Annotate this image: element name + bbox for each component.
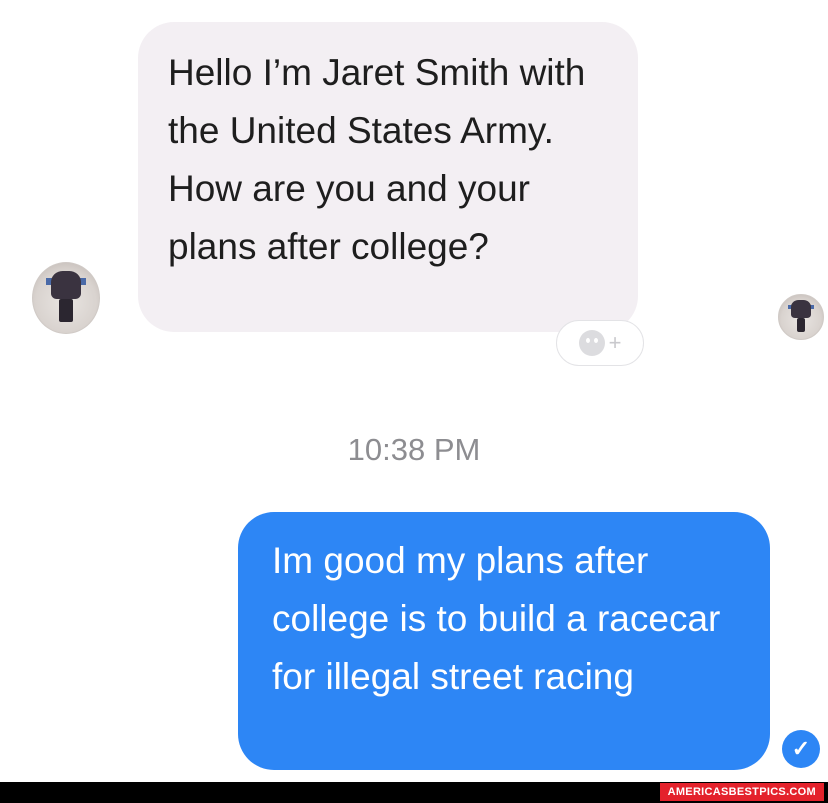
checkmark-icon: ✓ bbox=[782, 730, 820, 768]
avatar-figure-legs bbox=[796, 317, 806, 332]
message-timestamp: 10:38 PM bbox=[347, 432, 481, 467]
avatar-figure bbox=[51, 271, 81, 300]
add-reaction-button[interactable]: + bbox=[556, 320, 644, 366]
smiley-icon bbox=[578, 330, 605, 356]
read-receipt-avatar bbox=[778, 294, 824, 340]
received-message-bubble[interactable]: Hello I’m Jaret Smith with the United St… bbox=[138, 22, 638, 332]
received-message-text: Hello I’m Jaret Smith with the United St… bbox=[168, 52, 586, 267]
watermark: AMERICASBESTPICS.COM bbox=[659, 783, 824, 801]
plus-icon: + bbox=[608, 330, 622, 355]
sent-message-text: Im good my plans after college is to bui… bbox=[272, 540, 721, 697]
sent-message-bubble[interactable]: Im good my plans after college is to bui… bbox=[238, 512, 770, 770]
avatar-figure-legs bbox=[59, 299, 73, 322]
sender-avatar[interactable] bbox=[32, 262, 100, 334]
avatar-figure bbox=[791, 300, 811, 318]
